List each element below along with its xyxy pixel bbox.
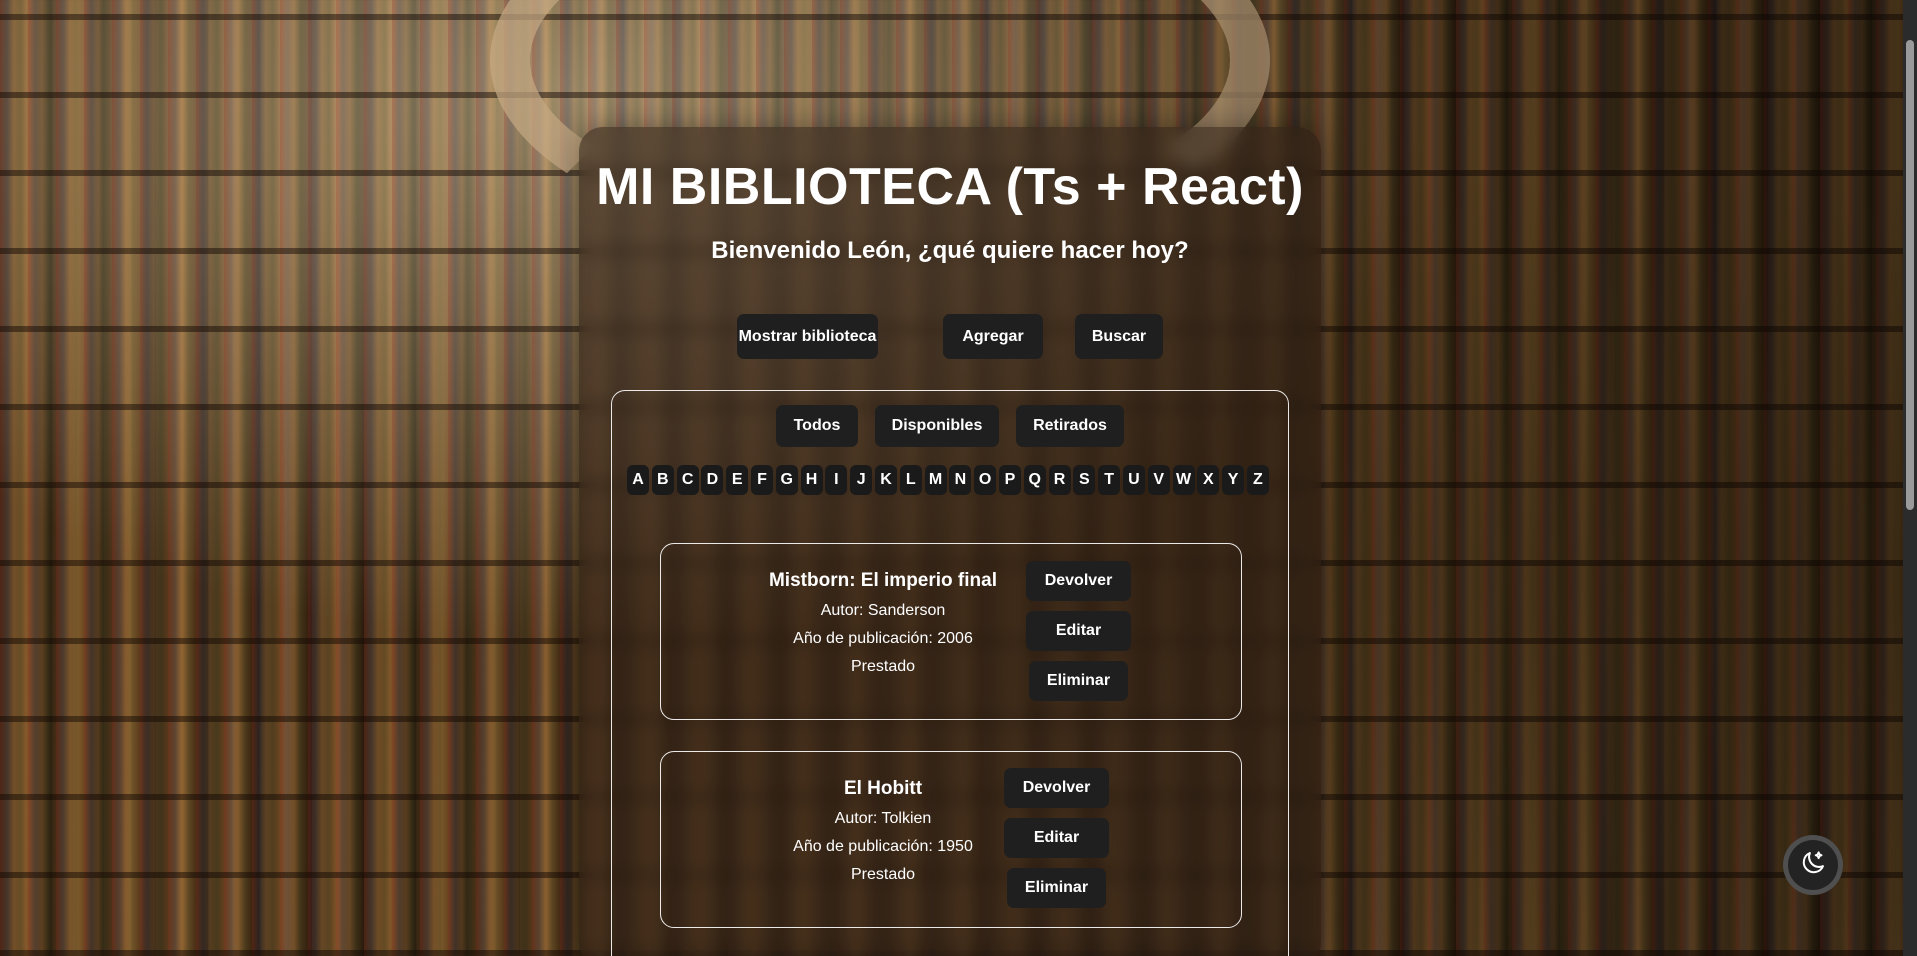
letter-filter-button[interactable]: A	[627, 465, 649, 495]
book-year: Año de publicación: 1950	[793, 838, 973, 855]
book-year: Año de publicación: 2006	[793, 630, 973, 647]
letter-filter-button[interactable]: U	[1122, 465, 1145, 495]
return-button[interactable]: Devolver	[1004, 768, 1109, 808]
letter-filter-button[interactable]: J	[850, 465, 873, 495]
book-author: Autor: Sanderson	[820, 602, 946, 619]
add-button[interactable]: Agregar	[943, 314, 1043, 359]
library-container: Todos Disponibles Retirados ABCDEFGHIJKL…	[611, 390, 1289, 956]
scrollbar-thumb[interactable]	[1906, 40, 1914, 510]
letter-filter-button[interactable]: C	[676, 465, 699, 495]
letter-filter-button[interactable]: S	[1073, 465, 1096, 495]
book-info: Mistborn: El imperio final Autor: Sander…	[753, 570, 1013, 686]
letter-filter-button[interactable]: N	[949, 465, 972, 495]
letter-filter-button[interactable]: V	[1147, 465, 1170, 495]
book-status: Prestado	[850, 658, 916, 675]
book-author: Autor: Tolkien	[834, 810, 932, 827]
letter-filter-button[interactable]: W	[1172, 465, 1195, 495]
letter-filter-button[interactable]: B	[651, 465, 674, 495]
page-title: MI BIBLIOTECA (Ts + React)	[596, 158, 1304, 216]
filter-available-button[interactable]: Disponibles	[875, 405, 999, 447]
letter-filter-button[interactable]: T	[1098, 465, 1121, 495]
filter-withdrawn-button[interactable]: Retirados	[1016, 405, 1124, 447]
letter-filter-button[interactable]: Z	[1246, 465, 1269, 495]
main-panel: MI BIBLIOTECA (Ts + React) Bienvenido Le…	[579, 127, 1321, 956]
delete-button[interactable]: Eliminar	[1007, 868, 1106, 908]
letter-filter-button[interactable]: P	[998, 465, 1021, 495]
book-title: Mistborn: El imperio final	[768, 570, 997, 591]
search-button[interactable]: Buscar	[1075, 314, 1163, 359]
letter-filter-button[interactable]: Y	[1222, 465, 1245, 495]
letter-filter-button[interactable]: F	[750, 465, 773, 495]
welcome-subtitle: Bienvenido León, ¿qué quiere hacer hoy?	[711, 237, 1189, 264]
book-info: El Hobitt Autor: Tolkien Año de publicac…	[753, 778, 1013, 894]
letter-filter-button[interactable]: R	[1048, 465, 1071, 495]
book-title: El Hobitt	[843, 778, 923, 799]
book-card: Mistborn: El imperio final Autor: Sander…	[660, 543, 1242, 720]
letter-filter-button[interactable]: H	[800, 465, 823, 495]
book-status: Prestado	[850, 866, 916, 883]
edit-button[interactable]: Editar	[1026, 611, 1131, 651]
letter-filter-button[interactable]: Q	[1023, 465, 1046, 495]
letter-filter-button[interactable]: E	[726, 465, 749, 495]
letter-filter-button[interactable]: X	[1197, 465, 1220, 495]
theme-toggle-button[interactable]	[1783, 835, 1843, 895]
letter-filter-button[interactable]: D	[701, 465, 724, 495]
book-card: El Hobitt Autor: Tolkien Año de publicac…	[660, 751, 1242, 928]
edit-button[interactable]: Editar	[1004, 818, 1109, 858]
alphabet-filter: ABCDEFGHIJKLMNOPQRSTUVWXYZ	[627, 465, 1272, 495]
letter-filter-button[interactable]: K	[874, 465, 897, 495]
moon-stars-icon	[1798, 848, 1828, 883]
delete-button[interactable]: Eliminar	[1029, 661, 1128, 701]
page-scrollbar[interactable]	[1903, 0, 1917, 956]
letter-filter-button[interactable]: M	[924, 465, 947, 495]
return-button[interactable]: Devolver	[1026, 561, 1131, 601]
filter-all-button[interactable]: Todos	[776, 405, 858, 447]
letter-filter-button[interactable]: G	[775, 465, 798, 495]
letter-filter-button[interactable]: O	[974, 465, 997, 495]
show-library-button[interactable]: Mostrar biblioteca	[737, 314, 878, 359]
letter-filter-button[interactable]: L	[899, 465, 922, 495]
letter-filter-button[interactable]: I	[825, 465, 848, 495]
